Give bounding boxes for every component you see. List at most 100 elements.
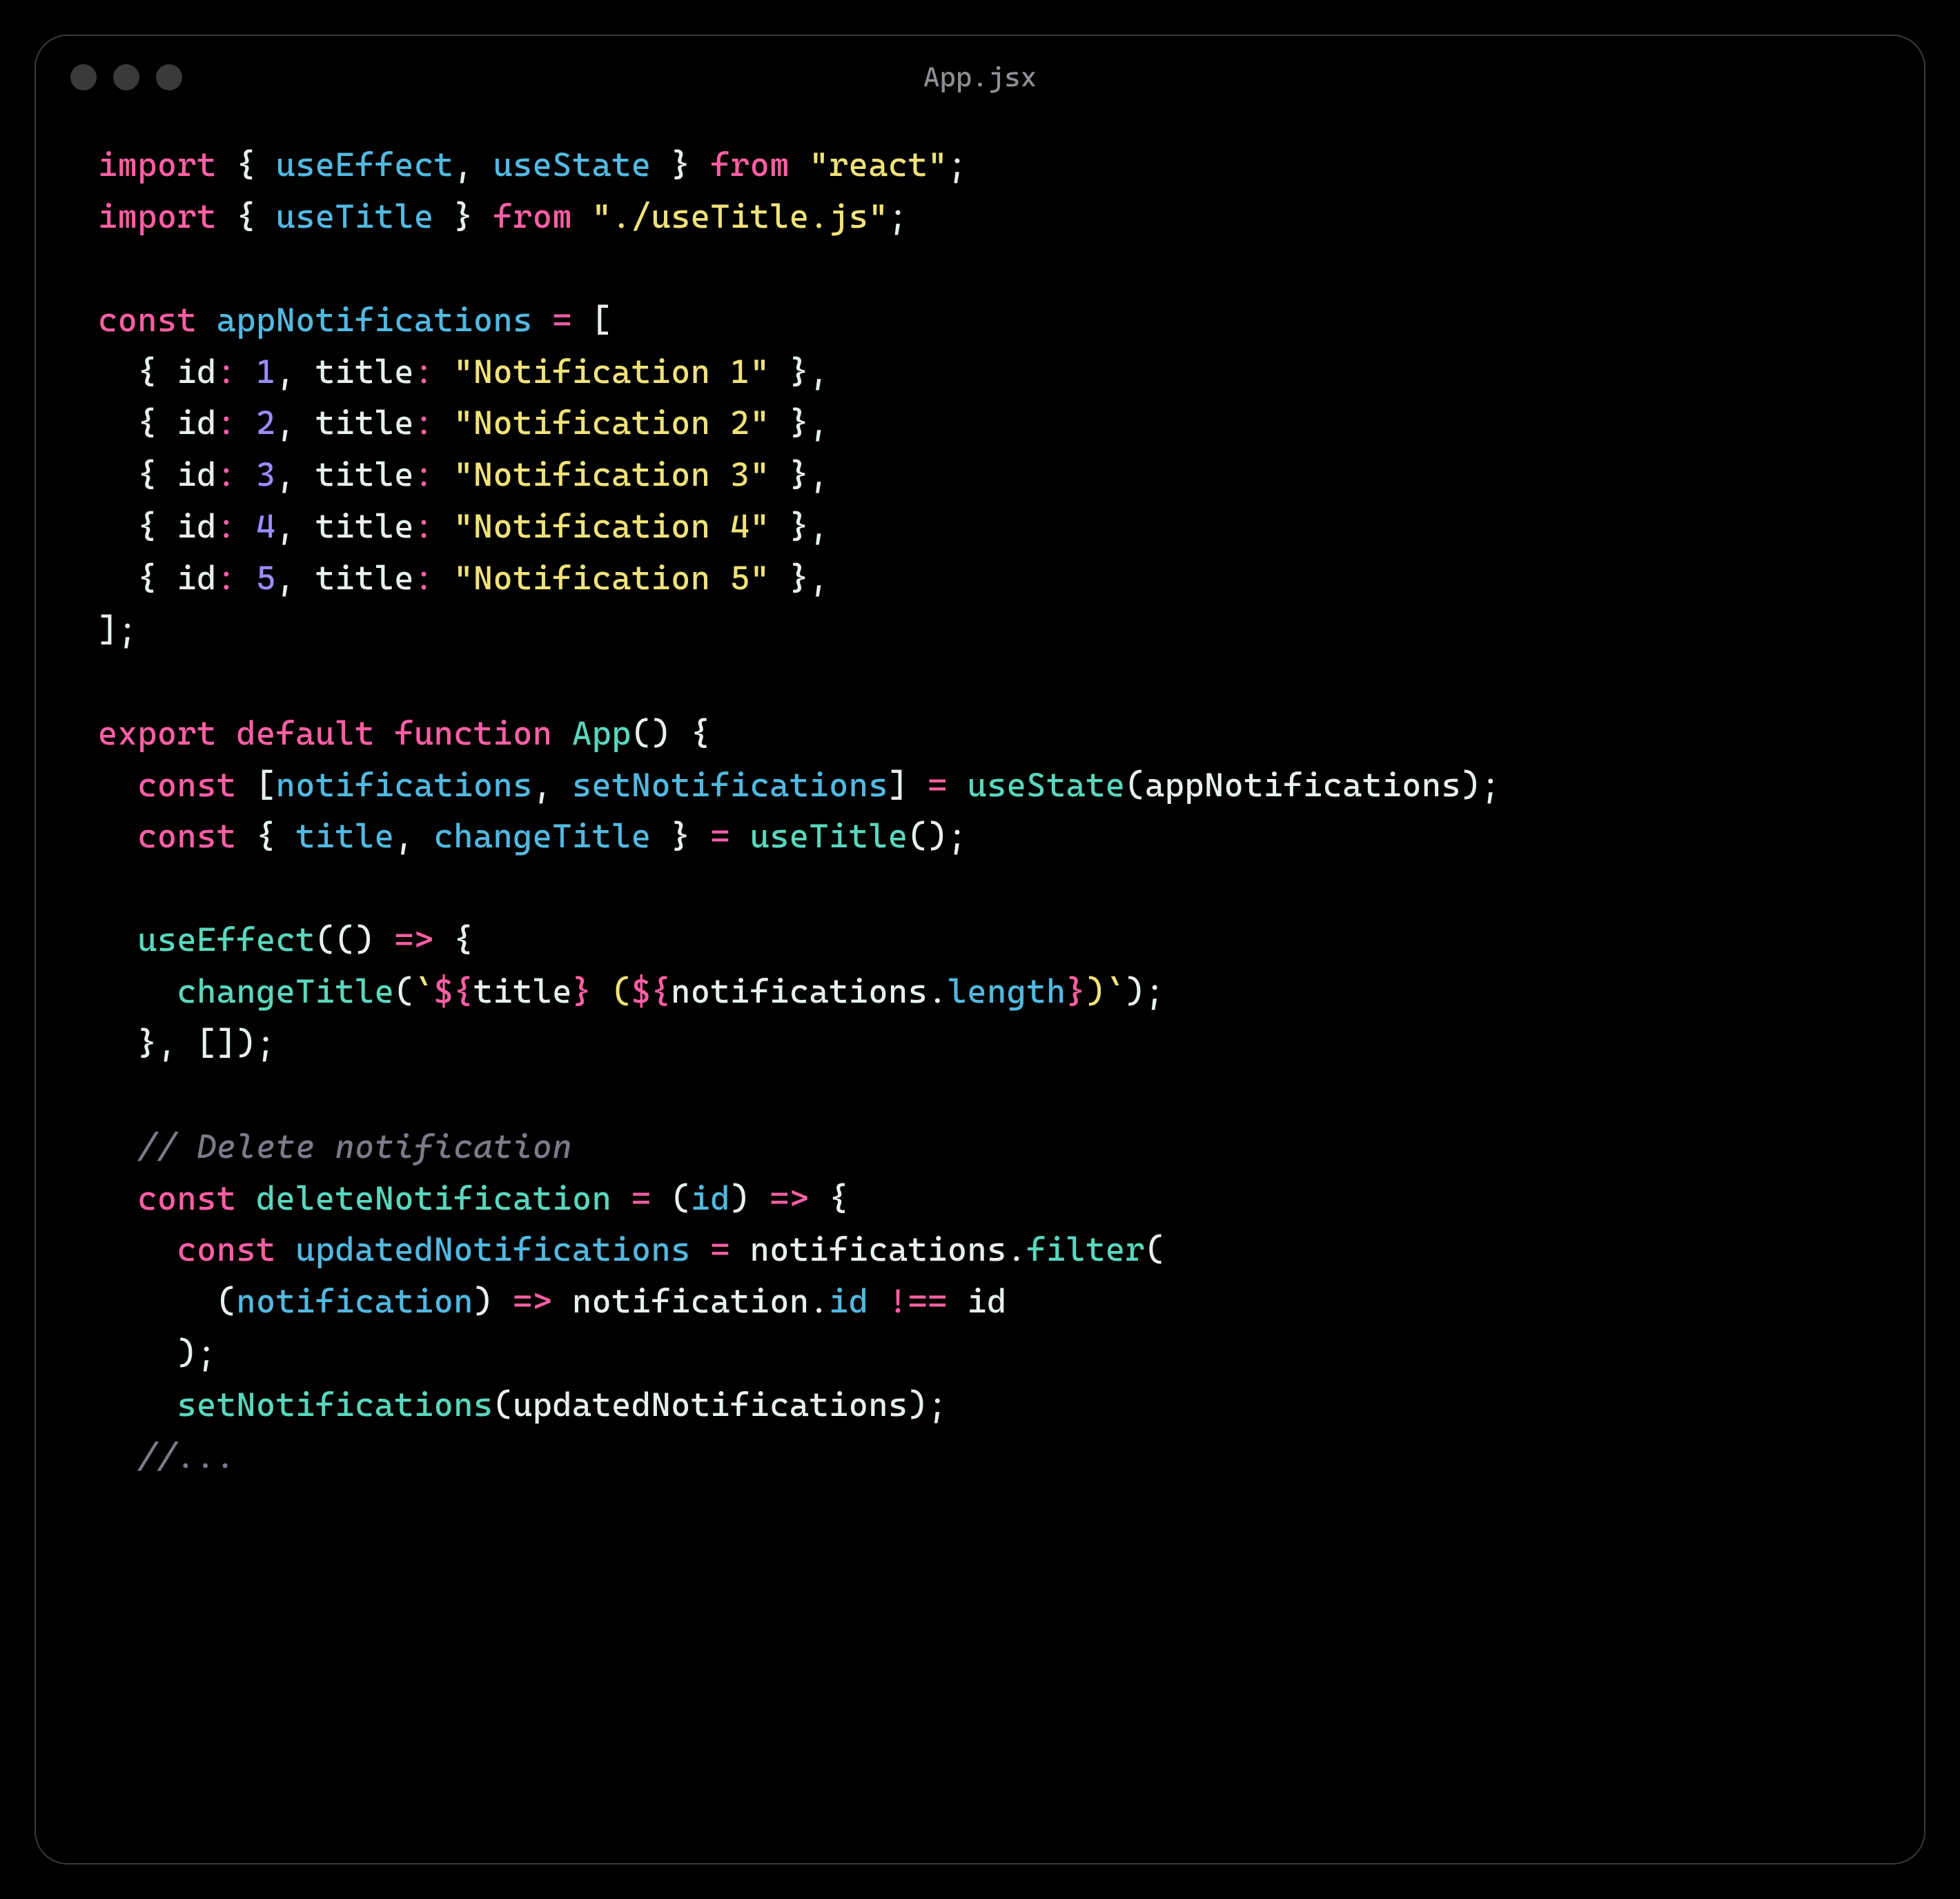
code-token: from [493, 197, 573, 236]
code-token: import [98, 146, 217, 184]
minimize-icon[interactable] [113, 64, 139, 90]
code-token: useEffect [276, 146, 454, 184]
code-token: ); [1126, 972, 1165, 1011]
code-token: }, [770, 559, 829, 598]
code-token: : [217, 455, 237, 494]
code-token: ( [592, 972, 631, 1011]
code-token: deleteNotification [256, 1179, 611, 1218]
code-token [98, 1179, 137, 1218]
code-token: changeTitle [434, 817, 651, 856]
zoom-icon[interactable] [156, 64, 182, 90]
code-token: { [98, 507, 177, 546]
code-token: , [533, 766, 572, 805]
code-token: , [276, 353, 315, 391]
code-token: { [98, 353, 177, 391]
code-line: (notification) => notification.id !== id [98, 1276, 1862, 1328]
code-token [572, 197, 592, 236]
code-token: } [434, 197, 493, 236]
code-token: , [453, 146, 493, 184]
code-token: setNotifications [177, 1386, 493, 1424]
code-token: App [572, 714, 631, 753]
code-token: // Delete notification [137, 1128, 572, 1166]
code-token [98, 1437, 137, 1476]
code-token: "Notification 4" [453, 507, 770, 546]
code-token: ( [1145, 1230, 1165, 1269]
code-token: => [394, 921, 433, 959]
code-token: (updatedNotifications); [493, 1386, 948, 1424]
code-token: "Notification 3" [453, 455, 770, 494]
code-token: => [513, 1282, 552, 1321]
code-token: title [315, 455, 414, 494]
code-line [98, 1070, 1862, 1121]
code-token: 4 [256, 507, 276, 546]
code-token [236, 507, 256, 546]
code-token: title [473, 972, 572, 1011]
code-token: notification [236, 1282, 473, 1321]
code-token: } [572, 972, 592, 1011]
code-token: "Notification 1" [453, 353, 770, 391]
code-token: = [710, 817, 730, 856]
code-line: const { title, changeTitle } = useTitle(… [98, 811, 1862, 863]
code-token: (); [908, 817, 968, 856]
code-token: , [276, 455, 315, 494]
code-token [236, 559, 256, 598]
code-token: , [276, 404, 315, 442]
code-token: } [1066, 972, 1086, 1011]
code-token: ; [948, 146, 968, 184]
code-token: notifications. [730, 1230, 1026, 1269]
code-token: }, []); [98, 1024, 276, 1063]
code-token: notifications [276, 766, 533, 805]
code-line: const [notifications, setNotifications] … [98, 760, 1862, 811]
code-token [552, 714, 572, 753]
code-token [98, 766, 137, 805]
code-token: { [236, 146, 275, 184]
code-token: [ [236, 766, 275, 805]
code-token: notification. [552, 1282, 829, 1321]
window-titlebar: App.jsx [36, 36, 1924, 119]
code-token: ${ [631, 972, 671, 1011]
code-line: export default function App() { [98, 708, 1862, 760]
code-token: "Notification 5" [453, 559, 770, 598]
code-token: ` [414, 972, 434, 1011]
code-token: ` [1106, 972, 1126, 1011]
code-token: useState [968, 766, 1126, 805]
code-token [790, 146, 810, 184]
code-token: } [651, 817, 711, 856]
code-editor-content[interactable]: import { useEffect, useState } from "rea… [36, 119, 1924, 1524]
code-token [98, 972, 177, 1011]
editor-window: App.jsx import { useEffect, useState } f… [35, 35, 1925, 1864]
code-token: "react" [810, 146, 948, 184]
close-icon[interactable] [70, 64, 97, 90]
code-token [868, 1282, 888, 1321]
code-token: function [394, 714, 552, 753]
code-token: const [98, 301, 197, 340]
code-token [197, 301, 217, 340]
code-line: { id: 4, title: "Notification 4" }, [98, 501, 1862, 553]
code-token: setNotifications [572, 766, 888, 805]
code-token [217, 714, 237, 753]
code-token [98, 817, 137, 856]
code-token: { [434, 921, 473, 959]
code-token: useTitle [276, 197, 434, 236]
code-line: changeTitle(`${title} (${notifications.l… [98, 966, 1862, 1018]
code-token: [ [572, 301, 611, 340]
code-token: => [770, 1179, 809, 1218]
code-token: const [137, 817, 236, 856]
code-token: import [98, 197, 217, 236]
code-token: ( [98, 1282, 236, 1321]
code-token: }, [770, 353, 829, 391]
code-token: : [414, 559, 434, 598]
code-token: ] [888, 766, 928, 805]
code-token: { [98, 404, 177, 442]
code-token: title [315, 353, 414, 391]
code-token: !== [888, 1282, 948, 1321]
code-token: id [177, 404, 217, 442]
code-token: useEffect [137, 921, 315, 959]
code-token: = [631, 1179, 651, 1218]
code-token: ); [98, 1334, 217, 1372]
code-token [611, 1179, 631, 1218]
code-token [98, 1128, 137, 1166]
code-token: : [217, 353, 237, 391]
code-token: , [276, 559, 315, 598]
code-token: { [98, 455, 177, 494]
